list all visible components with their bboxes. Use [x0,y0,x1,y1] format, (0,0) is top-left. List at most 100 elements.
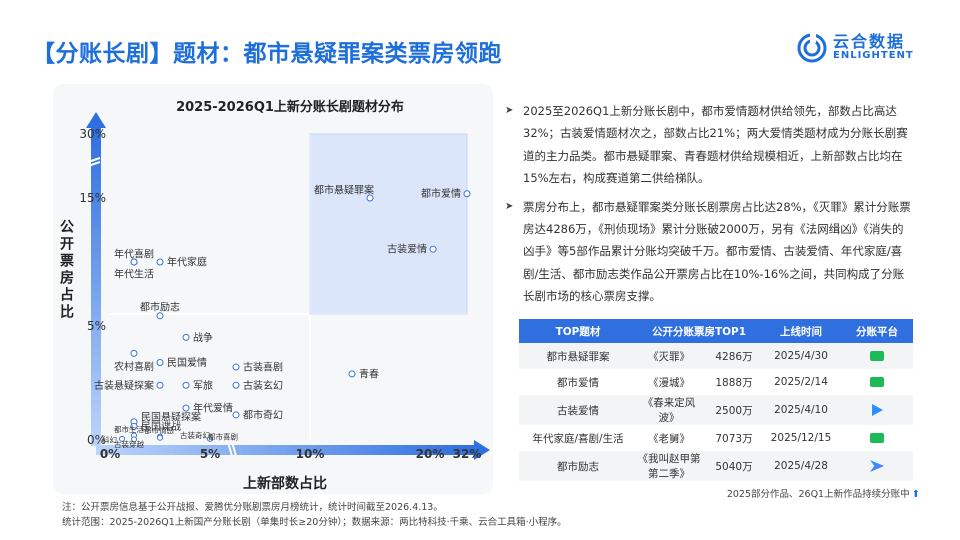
bullet-text: 2025至2026Q1上新分账长剧中，都市爱情题材供给领先，部数占比高达32%；… [523,104,908,186]
bullet-arrow-icon: ➤ [505,105,514,116]
x-axis-label: 上新部数占比 [243,475,327,492]
point-label: 都市喜剧 [208,431,238,441]
cell-amount: 5040万 [705,451,761,481]
point-label: 战争 [193,331,213,344]
cell-genre: 都市悬疑罪案 [519,343,637,369]
scatter-point [348,370,356,378]
y-tick-label: 30% [79,127,106,141]
x-tick-label: 20% [416,447,445,461]
table-row: 年代家庭/喜剧/生活 《老舅》 7073万 2025/12/15 [519,425,913,451]
x-tick-label: 10% [296,447,325,461]
table-row: 都市爱情 《漫城》 1888万 2025/2/14 [519,369,913,395]
scatter-point [182,333,190,341]
cell-date: 2025/2/14 [761,369,841,395]
cell-platform [841,395,913,425]
scatter-point [156,312,164,320]
cell-platform [841,451,913,481]
bullet-text: 票房分布上，都市悬疑罪案类分账长剧票房占比达28%，《灭罪》累计分账票房达428… [523,199,911,304]
footnote-line: 统计范围：2025-2026Q1上新国产分账长剧（单集时长≥20分钟）；数据来源… [62,517,567,528]
footnote-line: 注：公开票房信息基于公开战报、爱腾优分账剧票房月榜统计，统计时间截至2026.4… [62,502,443,513]
header-date: 上线时间 [761,319,841,343]
cell-date: 2025/4/30 [761,343,841,369]
table-row: 都市励志 《我叫赵甲第第二季》 5040万 2025/4/28 [519,451,913,481]
scatter-point [232,363,240,371]
point-label: 古装奇幻 [180,430,210,440]
x-tick-label: 5% [200,447,220,461]
point-label: 古装悬疑探案 [94,379,154,392]
cell-amount: 1888万 [705,369,761,395]
cell-amount: 7073万 [705,425,761,451]
scatter-point [130,349,138,357]
cell-date: 2025/4/10 [761,395,841,425]
point-label: 民国爱情 [167,356,207,369]
point-label: 年代喜剧 [114,248,154,261]
scatter-point [156,258,164,266]
cell-title: 《我叫赵甲第第二季》 [637,451,705,481]
cell-date: 2025/4/28 [761,451,841,481]
table-note: 2025部分作品、26Q1上新作品持续分账中 ⬆ [600,486,920,500]
cell-genre: 都市爱情 [519,369,637,395]
quadrant-highlight [310,134,467,314]
bullet-list: ➤ 2025至2026Q1上新分账长剧中，都市爱情题材供给领先，部数占比高达32… [505,100,915,314]
bullet-item: ➤ 票房分布上，都市悬疑罪案类分账长剧票房占比达28%，《灭罪》累计分账票房达4… [505,196,915,308]
table-header-row: TOP题材 公开分账票房TOP1 上线时间 分账平台 [519,319,913,343]
point-label: 古装喜剧 [243,361,283,374]
point-label: 都市奇幻 [243,408,283,421]
bullet-item: ➤ 2025至2026Q1上新分账长剧中，都市爱情题材供给领先，部数占比高达32… [505,100,915,190]
scatter-point [463,190,471,198]
top-genre-table: TOP题材 公开分账票房TOP1 上线时间 分账平台 都市悬疑罪案 《灭罪》 428… [519,319,913,481]
tencent-video-icon [871,404,883,416]
scatter-point [182,381,190,389]
cell-amount: 4286万 [705,343,761,369]
point-label: 年代生活 [114,268,154,281]
cell-platform [841,425,913,451]
point-label: 都市情感 [144,425,174,435]
cell-genre: 年代家庭/喜剧/生活 [519,425,637,451]
point-label: 年代家庭 [167,256,207,269]
scatter-point [156,358,164,366]
table-row: 都市悬疑罪案 《灭罪》 4286万 2025/4/30 [519,343,913,369]
youku-icon [870,460,884,472]
chart-title: 2025-2026Q1上新分账长剧题材分布 [176,99,404,115]
cell-title: 《春来定风波》 [637,395,705,425]
cell-platform [841,343,913,369]
bullet-arrow-icon: ➤ [505,200,514,212]
scatter-point [429,245,437,253]
point-label: 都市生活 [114,424,144,434]
iqiyi-icon [870,433,884,443]
point-label: 农村喜剧 [114,360,154,373]
cell-genre: 都市励志 [519,451,637,481]
cell-amount: 2500万 [705,395,761,425]
table-note-text: 2025部分作品、26Q1上新作品持续分账中 [726,489,910,500]
iqiyi-icon [870,377,884,387]
point-label: 古装穿越 [114,439,144,449]
point-label: 都市悬疑罪案 [314,184,374,197]
scatter-point [232,381,240,389]
cell-platform [841,369,913,395]
point-label: 青春 [359,367,379,380]
x-tick-label: 32% [453,447,482,461]
iqiyi-icon [870,351,884,361]
cell-title: 《漫城》 [637,369,705,395]
header-genre: TOP题材 [519,319,637,343]
x-tick-label: 0% [100,447,120,461]
table-row: 古装爱情 《春来定风波》 2500万 2025/4/10 [519,395,913,425]
footnote: 注：公开票房信息基于公开战报、爱腾优分账剧票房月榜统计，统计时间截至2026.4… [62,500,567,530]
y-tick-label: 15% [79,191,106,205]
point-label: 古装爱情 [387,243,427,256]
header-platform: 分账平台 [841,319,913,343]
scatter-point [232,411,240,419]
scatter-point [182,404,190,412]
cell-genre: 古装爱情 [519,395,637,425]
up-arrow-icon: ⬆ [911,489,920,500]
scatter-point [156,381,164,389]
cell-title: 《老舅》 [637,425,705,451]
cell-title: 《灭罪》 [637,343,705,369]
point-label: 都市爱情 [421,187,461,200]
point-label: 军旅 [193,379,213,392]
y-tick-label: 5% [87,319,106,333]
cell-date: 2025/12/15 [761,425,841,451]
y-axis-label: 公开票房占比 [58,219,74,321]
point-label: 古装玄幻 [243,379,283,392]
scatter-point [157,434,163,441]
